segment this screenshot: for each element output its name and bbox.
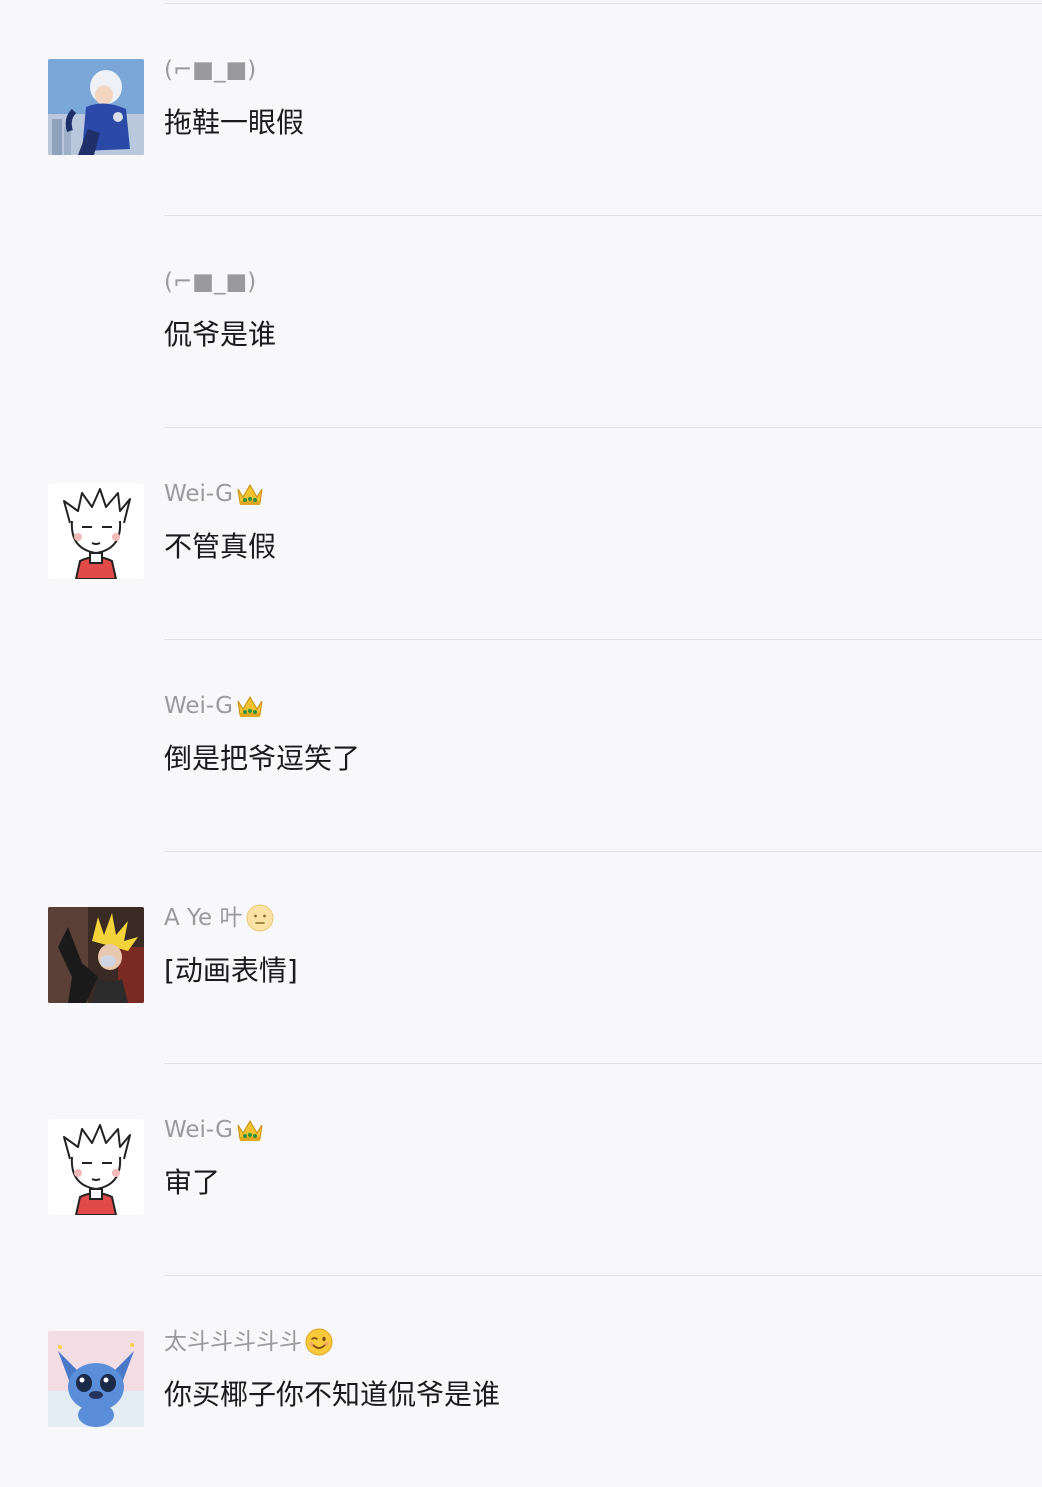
sender-name: 太斗斗斗斗斗	[164, 1326, 334, 1358]
message-row[interactable]: A Ye 叶 [动画表情]	[0, 851, 1042, 1063]
chat-message-list: (⌐■_■) 拖鞋一眼假 (⌐■_■) 侃爷是谁 Wei-G 不管真假 Wei-…	[0, 0, 1042, 1480]
winking-face-icon	[304, 1327, 334, 1357]
message-text: 不管真假	[164, 530, 277, 563]
anime-boy-blue-jacket-avatar[interactable]	[48, 59, 144, 155]
message-row[interactable]: Wei-G 审了	[0, 1063, 1042, 1275]
message-text: 拖鞋一眼假	[164, 106, 305, 139]
sender-name-text: (⌐■_■)	[164, 57, 257, 83]
sender-name: (⌐■_■)	[164, 266, 256, 298]
crown-icon	[235, 479, 265, 509]
super-saiyan-avatar[interactable]	[48, 907, 144, 1003]
sender-name: (⌐■_■)	[164, 54, 256, 86]
sender-name: A Ye 叶	[164, 902, 275, 934]
message-text: 倒是把爷逗笑了	[164, 742, 361, 775]
message-row[interactable]: (⌐■_■) 拖鞋一眼假	[0, 3, 1042, 215]
sender-name-text: Wei-G	[164, 693, 233, 719]
sender-name-text: A Ye 叶	[164, 905, 243, 931]
sender-name-text: (⌐■_■)	[164, 269, 257, 295]
crown-icon	[235, 1115, 265, 1145]
sender-name: Wei-G	[164, 478, 265, 510]
sender-name-text: Wei-G	[164, 1117, 233, 1143]
sender-name: Wei-G	[164, 1114, 265, 1146]
message-row[interactable]: 太斗斗斗斗斗 你买椰子你不知道侃爷是谁	[0, 1275, 1042, 1487]
message-row[interactable]: Wei-G 不管真假	[0, 427, 1042, 639]
sender-name-text: Wei-G	[164, 481, 233, 507]
stitch-avatar[interactable]	[48, 1331, 144, 1427]
message-text: [动画表情]	[164, 954, 298, 987]
message-text: 审了	[164, 1166, 221, 1199]
cartoon-boy-red-shirt-avatar[interactable]	[48, 483, 144, 579]
sender-name-text: 太斗斗斗斗斗	[164, 1329, 302, 1355]
message-row[interactable]: (⌐■_■) 侃爷是谁	[0, 215, 1042, 427]
message-text: 侃爷是谁	[164, 318, 277, 351]
cartoon-boy-red-shirt-avatar[interactable]	[48, 1119, 144, 1215]
message-text: 你买椰子你不知道侃爷是谁	[164, 1378, 501, 1411]
neutral-face-icon	[245, 903, 275, 933]
sender-name: Wei-G	[164, 690, 265, 722]
message-row[interactable]: Wei-G 倒是把爷逗笑了	[0, 639, 1042, 851]
crown-icon	[235, 691, 265, 721]
